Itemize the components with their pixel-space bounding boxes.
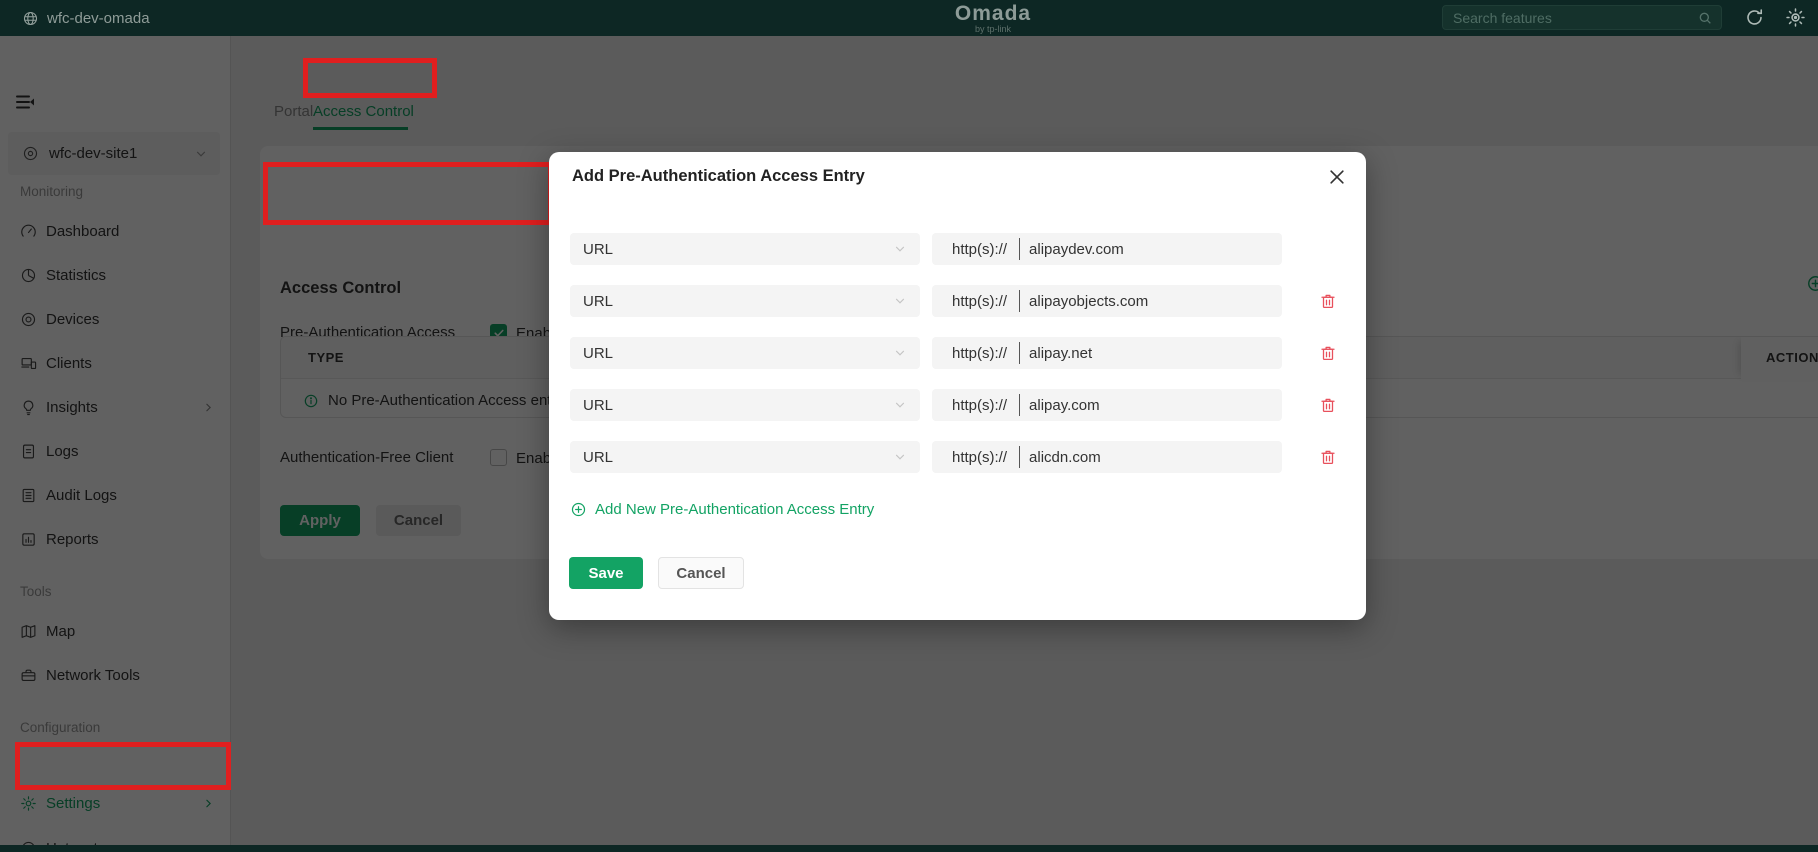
url-prefix: http(s):// (952, 448, 1008, 466)
url-input-group: http(s):// (932, 389, 1282, 421)
omada-app: wfc-dev-omada Omada by tp-link Search fe… (0, 0, 1818, 852)
url-input[interactable] (1020, 240, 1282, 258)
bottom-bar (0, 845, 1818, 852)
chevron-down-icon (893, 294, 907, 308)
controller-name: wfc-dev-omada (47, 9, 150, 27)
add-pre-auth-entry-modal: Add Pre-Authentication Access Entry URL … (549, 152, 1366, 620)
annotation-box-settings (15, 742, 231, 790)
add-new-entry-link[interactable]: Add New Pre-Authentication Access Entry (570, 501, 874, 518)
light-mode-sun-icon[interactable] (1784, 6, 1807, 29)
search-features-box (1442, 5, 1722, 30)
modal-title: Add Pre-Authentication Access Entry (572, 167, 865, 185)
url-input-group: http(s):// (932, 441, 1282, 473)
type-select[interactable]: URL (570, 337, 920, 369)
type-select[interactable]: URL (570, 441, 920, 473)
delete-entry-trash-icon[interactable] (1319, 292, 1337, 310)
refresh-icon[interactable] (1744, 7, 1765, 28)
delete-entry-trash-icon[interactable] (1319, 396, 1337, 414)
delete-entry-trash-icon[interactable] (1319, 344, 1337, 362)
chevron-down-icon (893, 450, 907, 464)
plus-circle-icon (570, 501, 587, 518)
search-icon[interactable] (1697, 10, 1713, 26)
modal-cancel-button[interactable]: Cancel (658, 557, 744, 589)
close-icon[interactable] (1327, 167, 1347, 187)
url-prefix: http(s):// (952, 292, 1008, 310)
url-input-group: http(s):// (932, 337, 1282, 369)
url-input-group: http(s):// (932, 285, 1282, 317)
url-prefix: http(s):// (952, 240, 1008, 258)
chevron-down-icon (893, 346, 907, 360)
chevron-down-icon (893, 242, 907, 256)
search-input[interactable] (1443, 9, 1697, 26)
url-input-group: http(s):// (932, 233, 1282, 265)
annotation-box-pre-auth-access (263, 162, 553, 225)
top-bar: wfc-dev-omada Omada by tp-link (0, 0, 1818, 36)
globe-icon (22, 10, 39, 27)
type-select[interactable]: URL (570, 285, 920, 317)
url-prefix: http(s):// (952, 396, 1008, 414)
url-prefix: http(s):// (952, 344, 1008, 362)
save-button[interactable]: Save (569, 557, 643, 589)
type-select[interactable]: URL (570, 389, 920, 421)
url-input[interactable] (1020, 292, 1282, 310)
url-input[interactable] (1020, 344, 1282, 362)
type-select[interactable]: URL (570, 233, 920, 265)
delete-entry-trash-icon[interactable] (1319, 448, 1337, 466)
url-input[interactable] (1020, 396, 1282, 414)
annotation-box-access-control-tab (303, 58, 437, 98)
chevron-down-icon (893, 398, 907, 412)
omada-logo: Omada by tp-link (954, 2, 1032, 34)
url-input[interactable] (1020, 448, 1282, 466)
